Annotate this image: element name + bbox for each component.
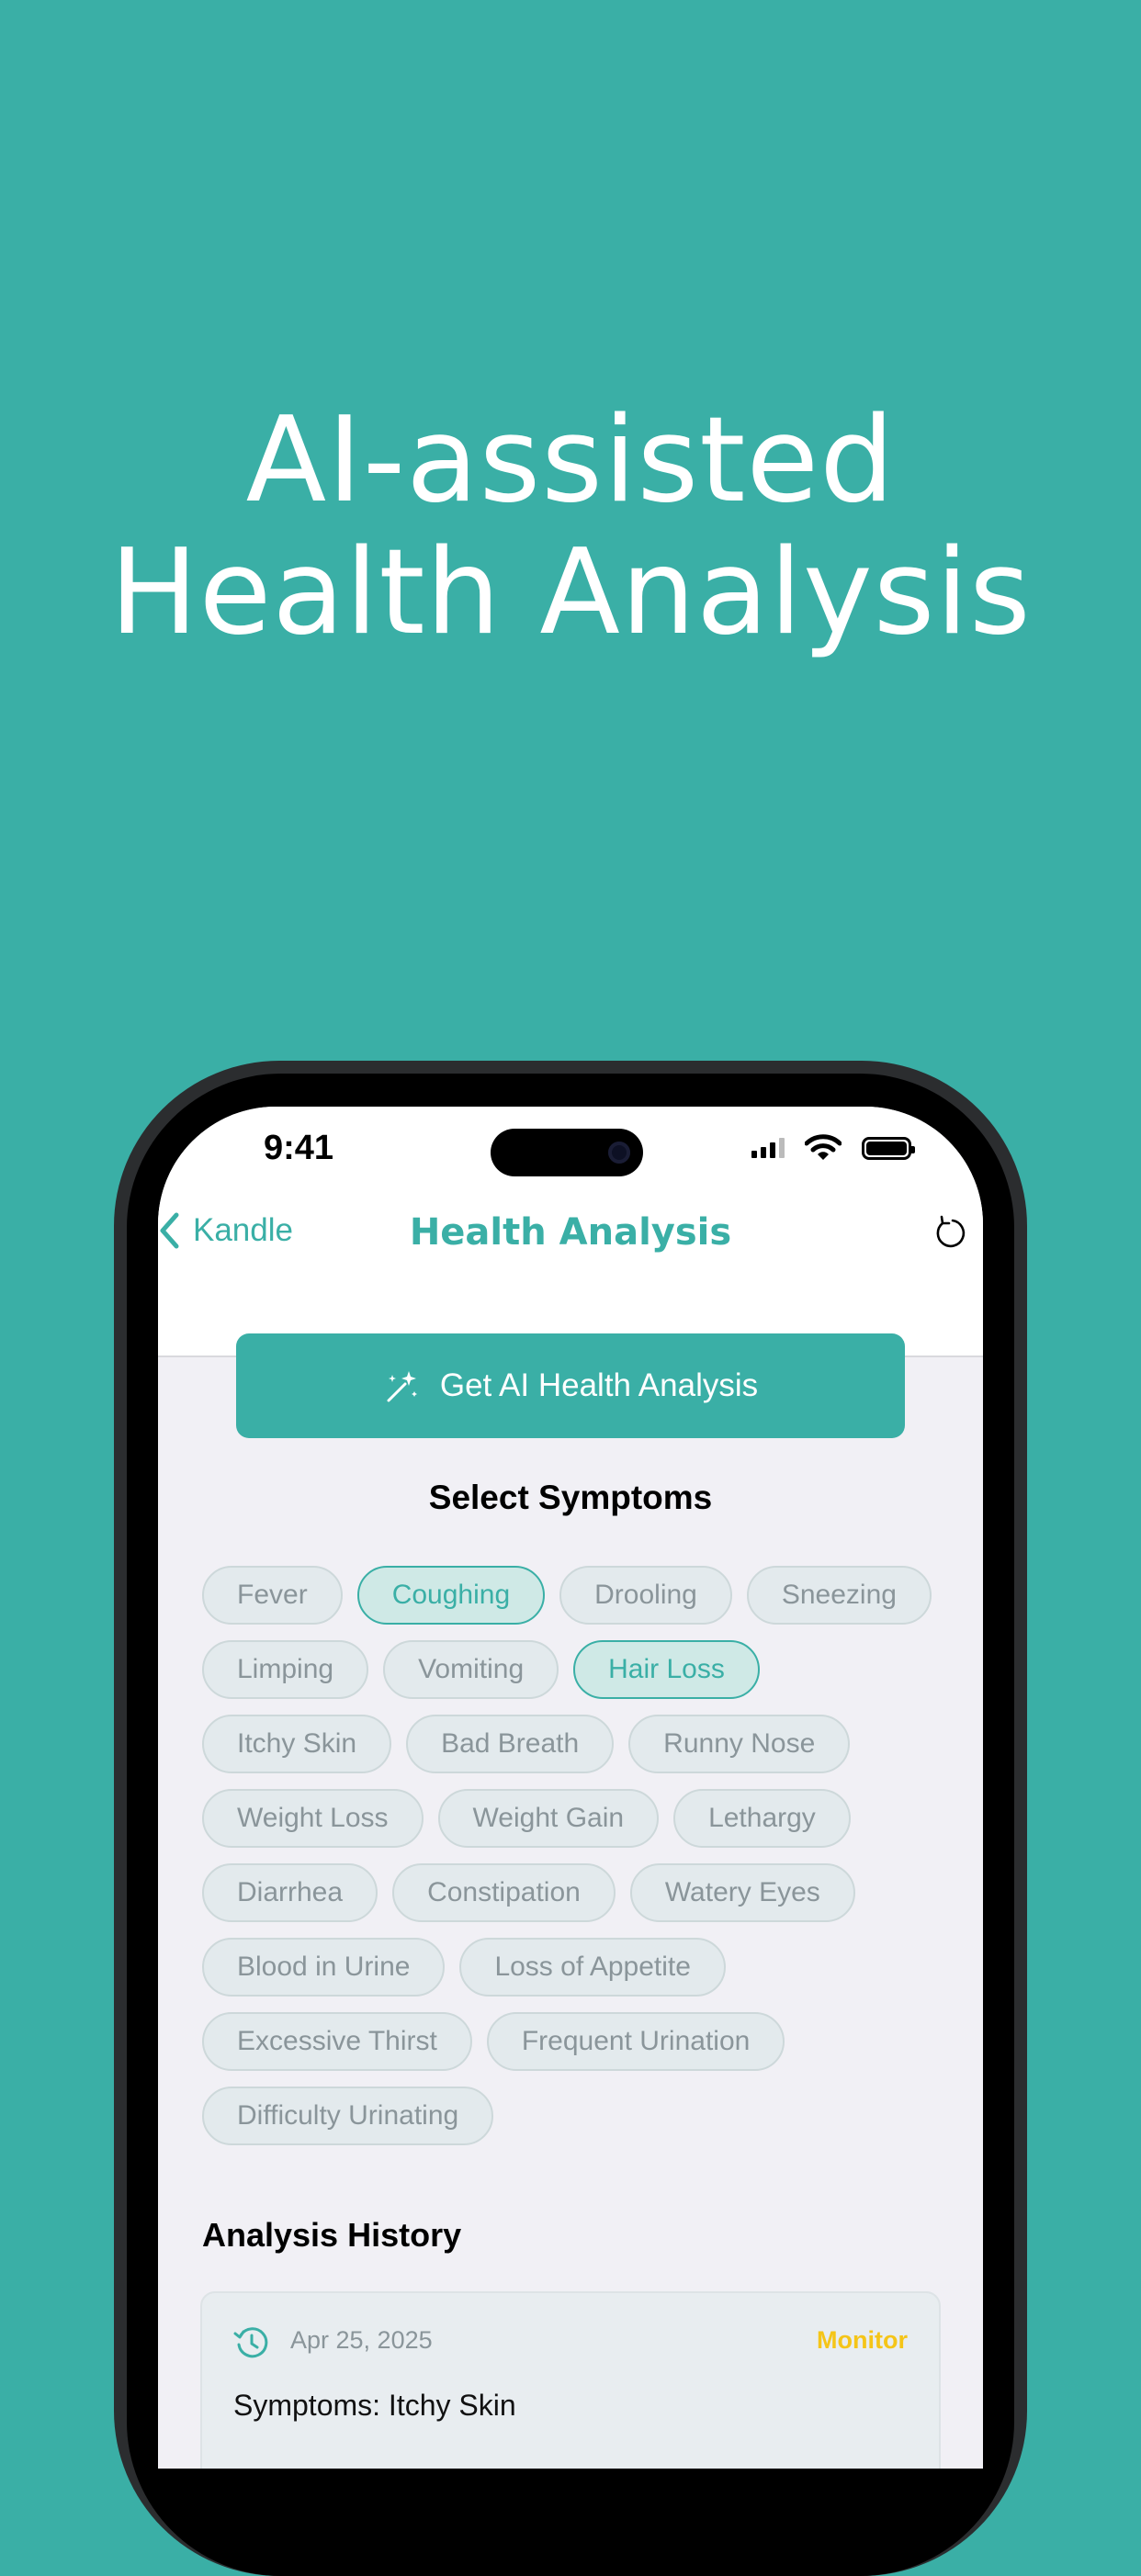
history-entry-status: Monitor [817, 2326, 908, 2354]
refresh-icon[interactable] [930, 1212, 970, 1253]
status-time: 9:41 [264, 1129, 334, 1167]
symptom-chip-hair-loss[interactable]: Hair Loss [573, 1640, 760, 1699]
symptom-chip-excessive-thirst[interactable]: Excessive Thirst [202, 2012, 472, 2071]
symptom-chip-list: Fever Coughing Drooling Sneezing Limping… [202, 1566, 946, 2145]
headline-line-1: AI-assisted [245, 392, 896, 529]
symptom-chip-coughing[interactable]: Coughing [356, 1566, 546, 1625]
symptom-chip-blood-in-urine[interactable]: Blood in Urine [202, 1938, 446, 1997]
symptom-chip-weight-gain[interactable]: Weight Gain [437, 1789, 660, 1848]
magic-wand-icon [387, 1371, 417, 1402]
battery-icon [862, 1136, 915, 1160]
status-bar: 9:41 [158, 1107, 983, 1203]
phone-screen: 9:41 Kandle Health Analysis Get AI Healt… [158, 1107, 983, 2469]
symptom-chip-fever[interactable]: Fever [202, 1566, 343, 1625]
symptom-chip-diarrhea[interactable]: Diarrhea [202, 1863, 378, 1922]
analysis-history-title: Analysis History [202, 2216, 462, 2254]
symptom-chip-constipation[interactable]: Constipation [392, 1863, 616, 1922]
page-title: Health Analysis [409, 1211, 732, 1254]
dynamic-island [491, 1129, 643, 1176]
symptom-chip-sneezing[interactable]: Sneezing [746, 1566, 932, 1625]
history-icon [233, 2327, 268, 2358]
select-symptoms-title: Select Symptoms [428, 1479, 713, 1516]
symptom-chip-watery-eyes[interactable]: Watery Eyes [629, 1863, 855, 1922]
symptom-chip-bad-breath[interactable]: Bad Breath [406, 1715, 615, 1773]
symptom-chip-weight-loss[interactable]: Weight Loss [202, 1789, 424, 1848]
signal-icon [751, 1138, 785, 1158]
symptom-chip-itchy-skin[interactable]: Itchy Skin [202, 1715, 392, 1773]
symptom-chip-loss-of-appetite[interactable]: Loss of Appetite [459, 1938, 726, 1997]
symptom-chip-frequent-urination[interactable]: Frequent Urination [486, 2012, 785, 2071]
symptom-chip-lethargy[interactable]: Lethargy [673, 1789, 851, 1848]
status-icons [751, 1134, 915, 1162]
headline-line-2: Health Analysis [109, 524, 1032, 661]
get-ai-analysis-button[interactable]: Get AI Health Analysis [236, 1333, 905, 1438]
headline: AI-assisted Health Analysis [0, 395, 1141, 659]
history-entry-date: Apr 25, 2025 [290, 2326, 433, 2354]
symptom-chip-limping[interactable]: Limping [202, 1640, 369, 1699]
symptom-chip-vomiting[interactable]: Vomiting [383, 1640, 559, 1699]
wifi-icon [805, 1134, 842, 1160]
symptom-chip-runny-nose[interactable]: Runny Nose [628, 1715, 851, 1773]
history-entry-card[interactable]: Apr 25, 2025 Monitor Symptoms: Itchy Ski… [200, 2291, 941, 2469]
symptom-chip-difficulty-urinating[interactable]: Difficulty Urinating [202, 2087, 494, 2145]
get-ai-analysis-label: Get AI Health Analysis [439, 1367, 759, 1403]
symptom-chip-drooling[interactable]: Drooling [559, 1566, 732, 1625]
history-entry-symptoms: Symptoms: Itchy Skin [233, 2389, 516, 2422]
